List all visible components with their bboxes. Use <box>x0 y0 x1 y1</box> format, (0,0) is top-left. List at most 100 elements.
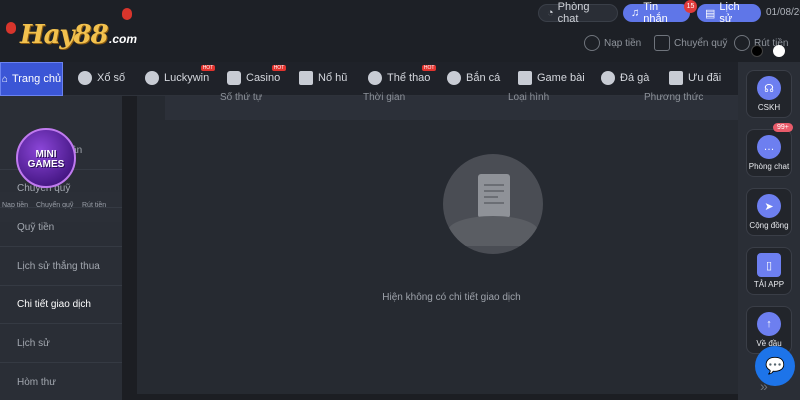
messages-button[interactable]: ♫ Tin nhắn <box>623 1 690 25</box>
rail-label: CSKH <box>757 103 781 112</box>
phone-icon: ▯ <box>757 253 781 277</box>
column-header: Phương thức <box>644 92 704 103</box>
nav-label: Bắn cá <box>466 72 501 84</box>
sidebar-item-lich-su-thang-thua[interactable]: Lịch sử thắng thua <box>0 248 122 286</box>
rail-label: Cộng đồng <box>749 221 789 230</box>
sidebar-item-chi-tiet-giao-dich[interactable]: Chi tiết giao dịch <box>0 286 122 324</box>
sidebar-item-label: Lịch sử <box>17 338 50 349</box>
nav-xo-so[interactable]: Xổ số <box>78 71 125 85</box>
cong-dong-button[interactable]: ➤ Cộng đồng <box>746 188 792 236</box>
ground-shape <box>448 216 538 246</box>
nav-no-hu[interactable]: Nổ hũ <box>299 71 347 85</box>
chat-bubble-icon: … <box>757 135 781 159</box>
sidebar-item-label: Quỹ tiền <box>17 222 55 233</box>
sidebar-item-lich-su[interactable]: Lịch sử <box>0 325 122 363</box>
nav-game-bai[interactable]: Game bài <box>518 71 585 85</box>
horizontal-scrollbar[interactable] <box>137 394 738 400</box>
history-label: Lịch sử <box>719 1 740 25</box>
chat-count-badge: 99+ <box>773 123 793 132</box>
nav-label: Game bài <box>537 72 585 84</box>
fish-icon <box>447 71 461 85</box>
sports-icon <box>368 71 382 85</box>
chevron-right-icon[interactable]: » <box>760 378 768 394</box>
sidebar-item-hom-thu[interactable]: Hòm thư <box>0 364 122 400</box>
transaction-panel: Số thứ tự Thời gian Loại hình Phương thứ… <box>137 92 738 400</box>
theme-light-toggle[interactable] <box>773 45 785 57</box>
hot-badge: HOT <box>421 65 437 71</box>
mini-games-button[interactable]: MINI GAMES <box>16 128 76 188</box>
nav-label: Xổ số <box>97 72 126 84</box>
nav-label: Casino <box>246 72 281 84</box>
table-body: Hiện không có chi tiết giao dịch <box>165 120 738 400</box>
hot-badge: HOT <box>271 65 287 71</box>
lantern-icon <box>122 8 132 20</box>
deposit-label: Nạp tiền <box>604 37 642 49</box>
column-header: Loại hình <box>508 92 550 103</box>
sidebar-item-label: Hòm thư <box>17 377 56 388</box>
phong-chat-rail-button[interactable]: … Phòng chat <box>746 129 792 177</box>
messages-badge: 15 <box>684 0 697 13</box>
soccer-ball-icon <box>145 71 159 85</box>
nav-uu-dai[interactable]: Ưu đãi <box>669 71 721 85</box>
messages-label: Tin nhắn <box>643 1 668 25</box>
lottery-icon <box>78 71 92 85</box>
slot-icon <box>299 71 313 85</box>
nav-label: Luckywin <box>164 72 210 84</box>
sidebar-item-label: Lịch sử thắng thua <box>17 261 100 272</box>
nav-the-thao[interactable]: Thể thao HOT <box>368 65 437 85</box>
empty-state-illustration <box>443 154 543 254</box>
nav-label: Đá gà <box>620 72 650 84</box>
history-button[interactable]: ▤ Lịch sử <box>697 1 761 25</box>
gift-icon <box>669 71 683 85</box>
nav-label: Ưu đãi <box>688 72 722 84</box>
phong-chat-label: Phòng chat <box>557 1 590 25</box>
current-date: 01/08/20 <box>766 7 800 18</box>
mini-games-label: MINI GAMES <box>27 149 65 170</box>
nav-home[interactable]: ⌂ Trang chủ <box>0 62 63 96</box>
phong-chat-button[interactable]: ◔ Phòng chat <box>538 1 618 25</box>
home-icon: ⌂ <box>1 73 8 85</box>
send-icon: ➤ <box>757 194 781 218</box>
rooster-icon <box>601 71 615 85</box>
sidebar-scrollbar[interactable] <box>122 96 137 400</box>
document-icon <box>478 174 510 218</box>
empty-state-message: Hiện không có chi tiết giao dịch <box>382 292 521 303</box>
cards-icon <box>518 71 532 85</box>
sidebar-item-quy-tien[interactable]: Quỹ tiền <box>0 209 122 247</box>
column-header: Thời gian <box>363 92 406 103</box>
table-header: Số thứ tự Thời gian Loại hình Phương thứ… <box>165 92 738 120</box>
logo-suffix: .com <box>109 32 138 46</box>
logo-text: Hay88 <box>20 20 109 50</box>
hot-badge: HOT <box>200 65 216 71</box>
lantern-icon <box>6 22 16 34</box>
header: Hay88 .com ◔ Phòng chat ♫ Tin nhắn 15 ▤ … <box>0 0 800 62</box>
nav-casino[interactable]: Casino HOT <box>227 65 287 85</box>
chat-icon: ◔ <box>547 7 554 19</box>
cskh-button[interactable]: ☊ CSKH <box>746 70 792 118</box>
transfer-label: Chuyển quỹ <box>674 37 728 49</box>
arrow-up-icon: ↑ <box>757 312 781 336</box>
column-header: Số thứ tự <box>220 92 263 103</box>
chat-icon: 💬 <box>765 358 785 375</box>
sidebar-item-label: Chi tiết giao dịch <box>17 299 91 310</box>
deposit-icon <box>584 35 600 51</box>
nav-label: Nổ hũ <box>318 72 348 84</box>
nav-label: Thể thao <box>387 72 431 84</box>
nav-home-label: Trang chủ <box>11 73 62 85</box>
logo[interactable]: Hay88 .com <box>2 6 152 58</box>
wallet-icon <box>654 35 670 51</box>
withdraw-icon <box>734 35 750 51</box>
theme-dark-toggle[interactable] <box>751 45 763 57</box>
headset-icon: ☊ <box>757 76 781 100</box>
transfer-button[interactable]: Chuyển quỹ <box>654 32 727 54</box>
nav-da-ga[interactable]: Đá gà <box>601 71 649 85</box>
bell-icon: ♫ <box>631 7 640 19</box>
rail-label: Phòng chat <box>748 162 790 171</box>
rail-label: TẢI APP <box>753 280 785 289</box>
main-nav: ⌂ Trang chủ Xổ số Luckywin HOT Casino HO… <box>0 62 800 96</box>
history-icon: ▤ <box>705 7 716 20</box>
nav-luckywin[interactable]: Luckywin HOT <box>145 65 216 85</box>
tai-app-button[interactable]: ▯ TẢI APP <box>746 247 792 295</box>
nav-ban-ca[interactable]: Bắn cá <box>447 71 500 85</box>
deposit-button[interactable]: Nạp tiền <box>584 32 641 54</box>
